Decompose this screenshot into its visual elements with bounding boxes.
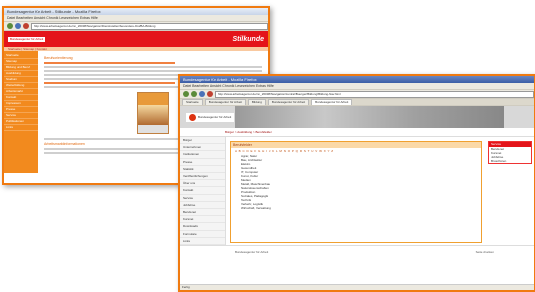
toolbar: http://www.arbeitsagentur.de/nn_26038/Na… bbox=[180, 90, 534, 99]
sidebar-item[interactable]: Links bbox=[180, 238, 225, 246]
main-content: Berufsfelder A B C D E F G H I J K L M N… bbox=[226, 137, 486, 245]
window-title: Bundesagentur für Arbeit - Stilkunde - M… bbox=[4, 8, 268, 15]
sidebar-item[interactable]: Downloads bbox=[180, 223, 225, 231]
menu-bar[interactable]: Datei Bearbeiten Ansicht Chronik Lesezei… bbox=[4, 15, 268, 22]
browser-tab[interactable]: Bundesagentur für Arbeit bbox=[267, 99, 310, 105]
back-icon[interactable] bbox=[183, 91, 189, 97]
sidebar-item[interactable]: Formulare bbox=[180, 231, 225, 238]
window-title: Bundesagentur für Arbeit - Mozilla Firef… bbox=[180, 76, 534, 83]
breadcrumb[interactable]: Bürger > Ausbildung > Berufsfelder bbox=[180, 128, 534, 137]
site-banner: Bundesagentur für Arbeit Stilkunde bbox=[4, 31, 268, 47]
stop-icon[interactable] bbox=[23, 23, 29, 29]
sidebar-item[interactable]: Statistik bbox=[180, 166, 225, 174]
site-footer: Bundesagentur für Arbeit Seite drucken bbox=[180, 245, 534, 258]
back-icon[interactable] bbox=[7, 23, 13, 29]
status-bar: Fertig bbox=[180, 284, 534, 290]
text-line bbox=[44, 82, 175, 84]
sidebar-item[interactable]: Links bbox=[4, 125, 38, 131]
forward-icon[interactable] bbox=[191, 91, 197, 97]
menu-bar[interactable]: Datei Bearbeiten Ansicht Chronik Lesezei… bbox=[180, 83, 534, 90]
sidebar-item[interactable]: Berufenet bbox=[180, 209, 225, 217]
logo-text: Bundesagentur für Arbeit bbox=[198, 115, 232, 119]
reload-icon[interactable] bbox=[15, 23, 21, 29]
sidebar-item[interactable]: Unternehmen bbox=[180, 144, 225, 152]
site-logo[interactable]: Bundesagentur für Arbeit bbox=[8, 36, 46, 42]
text-line bbox=[44, 86, 197, 88]
sidebar-item[interactable]: Kursnet bbox=[180, 216, 225, 224]
sidebar-item[interactable]: Presse bbox=[180, 159, 225, 166]
tab-bar: Startseite Bundesagentur für Arbeit Bild… bbox=[180, 99, 534, 106]
text-line bbox=[44, 138, 197, 140]
browser-tab-active[interactable]: Bundesagentur für Arbeit bbox=[311, 99, 353, 105]
sidebar-item[interactable]: Service bbox=[180, 195, 225, 202]
browser-tab[interactable]: Bildung bbox=[247, 99, 266, 105]
text-line bbox=[44, 70, 262, 72]
sidebar: Startseite Sitemap Bildung und Beruf Aus… bbox=[4, 51, 38, 173]
sidebar-item[interactable]: Kontakt bbox=[180, 187, 225, 195]
content-box: Berufsfelder A B C D E F G H I J K L M N… bbox=[230, 141, 482, 243]
banner-title: Stilkunde bbox=[232, 35, 264, 43]
reload-icon[interactable] bbox=[199, 91, 205, 97]
text-line bbox=[44, 62, 175, 64]
toolbar: http://www.arbeitsagentur.de/nn_26038/Na… bbox=[4, 22, 268, 31]
site-header: Bundesagentur für Arbeit bbox=[180, 106, 534, 128]
brochure-image[interactable] bbox=[137, 92, 169, 134]
address-bar[interactable]: http://www.arbeitsagentur.de/nn_26038/Na… bbox=[215, 90, 534, 98]
sidebar: Bürger Unternehmen Institutionen Presse … bbox=[180, 137, 226, 246]
text-line bbox=[44, 74, 197, 76]
print-link[interactable]: Seite drucken bbox=[476, 250, 494, 254]
browser-tab[interactable]: Bundesagentur für Arbeit bbox=[204, 99, 246, 105]
browser-tab[interactable]: Startseite bbox=[182, 99, 203, 105]
address-bar[interactable]: http://www.arbeitsagentur.de/nn_26038/Na… bbox=[31, 22, 268, 30]
list-item[interactable]: Wirtschaft, Verwaltung bbox=[231, 206, 481, 210]
sidebar-item[interactable]: Jobbörse bbox=[180, 202, 225, 210]
right-column: Service Berufenet Kursnet Jobbörse Brosc… bbox=[486, 137, 534, 245]
section-heading: Berufsorientierung bbox=[44, 56, 73, 60]
footer-logo[interactable]: Bundesagentur für Arbeit bbox=[235, 250, 268, 254]
service-link[interactable]: Broschüren bbox=[489, 159, 531, 163]
stop-icon[interactable] bbox=[207, 91, 213, 97]
browser-window-front: Bundesagentur für Arbeit - Mozilla Firef… bbox=[178, 74, 535, 292]
header-photo bbox=[235, 106, 504, 128]
text-line bbox=[44, 66, 262, 68]
sidebar-item[interactable]: Veröffentlichungen bbox=[180, 173, 225, 181]
sidebar-item[interactable]: Institutionen bbox=[180, 151, 225, 159]
service-box: Service Berufenet Kursnet Jobbörse Brosc… bbox=[488, 141, 532, 164]
sidebar-item[interactable]: Über uns bbox=[180, 180, 225, 188]
logo-icon bbox=[189, 113, 196, 121]
sidebar-item[interactable]: Bürger bbox=[180, 137, 225, 145]
site-logo[interactable]: Bundesagentur für Arbeit bbox=[186, 112, 235, 122]
